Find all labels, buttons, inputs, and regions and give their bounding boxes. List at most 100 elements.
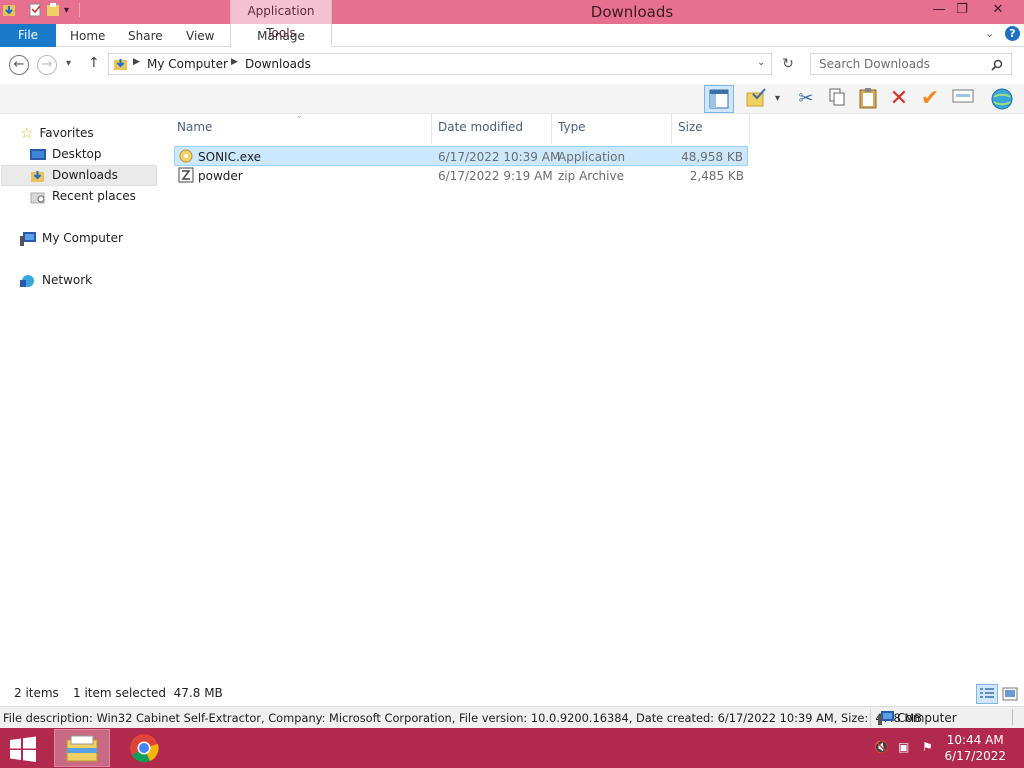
file-row-powder[interactable]: powder 6/17/2022 9:19 AM zip Archive 2,4… [174,166,748,186]
column-divider[interactable] [551,114,552,144]
select-button[interactable]: ✔ [918,87,942,111]
column-type[interactable]: Type [558,120,586,140]
nav-desktop-label: Desktop [52,147,102,161]
expand-ribbon-icon[interactable]: ⌄ [985,27,994,40]
forward-button[interactable]: → [37,55,57,75]
tab-file[interactable]: File [0,24,56,47]
volume-muted-icon[interactable]: 🔇 [874,740,892,756]
nav-network[interactable]: Network [20,270,92,291]
nav-desktop[interactable]: Desktop [30,144,102,165]
setup-gear-icon [179,149,193,163]
application-tools-group: Application Tools [230,0,332,40]
tab-home[interactable]: Home [70,24,105,47]
globe-icon [991,88,1013,110]
nav-favorites-label: Favorites [39,126,94,140]
nav-network-label: Network [42,273,93,287]
delete-button[interactable]: ✕ [887,87,911,111]
paste-button[interactable] [856,87,880,111]
column-divider[interactable] [431,114,432,144]
file-explorer-taskbar-button[interactable] [54,729,110,767]
item-count: 2 items [14,686,59,700]
clock-time: 10:44 AM [946,733,1004,747]
recent-places-icon [30,192,45,203]
up-arrow-icon[interactable]: ↑ [88,55,100,71]
column-name[interactable]: Name [177,120,212,140]
thumbnail-view-icon [1002,687,1018,701]
file-name: powder [198,169,243,183]
column-divider[interactable] [671,114,672,144]
file-name: SONIC.exe [198,150,262,164]
ribbon-tabs: File Home Share View Manage ⌄ ? [0,24,1024,47]
breadcrumb-my-computer[interactable]: My Computer [147,57,228,71]
search-input[interactable]: Search Downloads [810,53,1012,75]
start-windows-icon[interactable] [6,735,40,763]
explorer-window: ▾ Downloads — ❐ ✕ File Home Share View M… [0,0,1024,768]
details-view-icon [980,688,994,698]
sort-indicator-icon: ⌄ [296,111,303,120]
file-size: 48,958 KB [681,150,743,164]
file-type: zip Archive [558,169,624,183]
nav-recent-places-label: Recent places [52,189,136,203]
restore-button[interactable]: ❐ [946,0,978,22]
rename-button[interactable] [951,87,975,111]
column-size[interactable]: Size [678,120,703,140]
desktop-icon [30,148,46,160]
large-icons-view-button[interactable] [1001,685,1019,703]
tab-view[interactable]: View [186,24,214,47]
file-row-sonic[interactable]: SONIC.exe 6/17/2022 10:39 AM Application… [174,146,748,166]
details-bar: File description: Win32 Cabinet Self-Ext… [0,706,1024,728]
column-divider[interactable] [749,114,750,144]
nav-downloads[interactable]: Downloads [1,165,157,186]
folder-options-button[interactable] [744,87,768,111]
breadcrumb-downloads[interactable]: Downloads [245,57,311,71]
network-icon [20,274,34,287]
address-row: ← → ▾ ↑ ▶ My Computer ▶ Downloads ⌄ ↻ Se… [0,47,1024,83]
network-tray-icon[interactable]: ▣ [898,740,916,756]
layout-pane-icon [709,89,729,109]
file-date: 6/17/2022 10:39 AM [438,150,561,164]
tab-share[interactable]: Share [128,24,163,47]
folder-check-icon [746,88,766,107]
delete-x-icon: ✕ [889,86,909,111]
action-center-icon[interactable]: ⚑ [922,740,940,756]
nav-recent-places[interactable]: Recent places [30,186,136,207]
computer-icon [20,231,36,246]
address-dropdown-icon[interactable]: ⌄ [757,57,765,68]
nav-favorites[interactable]: ☆ Favorites [20,123,94,144]
cut-button[interactable]: ✂ [794,87,818,111]
details-divider [870,709,871,727]
file-explorer-icon [66,735,98,762]
nav-my-computer-label: My Computer [42,231,123,245]
clock-date: 6/17/2022 [944,749,1006,763]
preview-pane-button[interactable] [704,85,734,113]
help-icon[interactable]: ? [1005,26,1020,41]
command-toolbar: ▾ ✂ ✕ ✔ [0,84,1024,114]
navigation-pane: ☆ Favorites Desktop Downloads Recent pla… [0,114,160,682]
scissors-icon: ✂ [798,88,814,109]
column-date-modified[interactable]: Date modified [438,120,523,140]
copy-button[interactable] [825,87,849,111]
title-bar: ▾ Downloads — ❐ ✕ [0,0,1024,24]
file-description: File description: Win32 Cabinet Self-Ext… [3,711,923,725]
recent-locations-icon[interactable]: ▾ [66,58,71,69]
details-view-button[interactable] [976,684,998,704]
copy-icon [829,88,845,106]
taskbar: 🔇 ▣ ⚑ 10:44 AM 6/17/2022 [0,728,1024,768]
chrome-taskbar-button[interactable] [122,730,166,766]
address-bar[interactable]: ▶ My Computer ▶ Downloads ⌄ [108,53,772,75]
nav-my-computer[interactable]: My Computer [20,228,123,249]
system-clock[interactable]: 10:44 AM 6/17/2022 [944,732,1006,764]
back-button[interactable]: ← [9,55,29,75]
status-bar: 2 items 1 item selected 47.8 MB [0,683,1024,705]
file-date: 6/17/2022 9:19 AM [438,169,553,183]
resize-grip[interactable] [1012,709,1020,725]
file-type: Application [558,150,626,164]
computer-icon [878,711,894,725]
selection-info: 1 item selected 47.8 MB [73,686,223,700]
search-icon[interactable] [991,59,1003,71]
star-icon: ☆ [20,124,34,142]
dropdown-icon[interactable]: ▾ [775,93,780,104]
network-globe-button[interactable] [990,87,1014,111]
refresh-icon[interactable]: ↻ [778,56,798,76]
close-button[interactable]: ✕ [983,0,1013,22]
